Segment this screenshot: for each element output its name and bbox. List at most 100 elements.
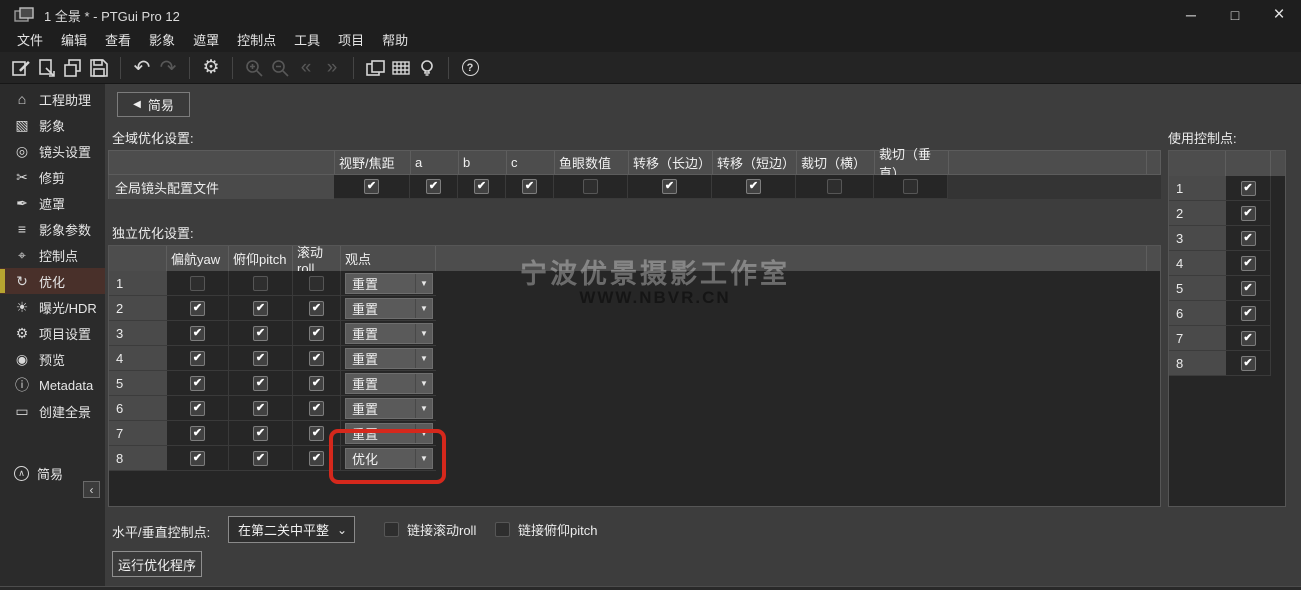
minimize-button[interactable]: ─: [1169, 0, 1213, 30]
sidebar-item-preview[interactable]: ◉ 预览: [0, 346, 105, 372]
viewpoint-dropdown[interactable]: 重置▼: [345, 423, 433, 444]
use-cp-checkbox[interactable]: [1241, 206, 1256, 221]
yaw-checkbox[interactable]: [190, 426, 205, 441]
pitch-checkbox[interactable]: [253, 376, 268, 391]
sidebar-item-create-panorama[interactable]: ▭ 创建全景: [0, 398, 105, 424]
toolbar: ↶ ↷ ⚙ « » ?: [0, 52, 1301, 84]
roll-checkbox[interactable]: [309, 426, 324, 441]
use-cp-checkbox[interactable]: [1241, 331, 1256, 346]
menu-file[interactable]: 文件: [8, 30, 52, 52]
b-checkbox[interactable]: [474, 179, 489, 194]
a-checkbox[interactable]: [426, 179, 441, 194]
sidebar-item-project-settings[interactable]: ⚙ 项目设置: [0, 320, 105, 346]
settings-gear-icon[interactable]: ⚙: [198, 55, 224, 81]
close-button[interactable]: ×: [1257, 0, 1301, 30]
sidebar-item-label: 影象参数: [39, 220, 91, 239]
viewpoint-dropdown[interactable]: 重置▼: [345, 398, 433, 419]
detail-viewer-bulb-icon[interactable]: [414, 55, 440, 81]
sidebar-item-control-points[interactable]: ⌖ 控制点: [0, 242, 105, 268]
yaw-checkbox[interactable]: [190, 376, 205, 391]
roll-checkbox[interactable]: [309, 301, 324, 316]
shear-v-checkbox[interactable]: [903, 179, 918, 194]
use-cp-checkbox[interactable]: [1241, 356, 1256, 371]
menu-view[interactable]: 查看: [96, 30, 140, 52]
open-project-icon[interactable]: [34, 55, 60, 81]
yaw-checkbox[interactable]: [190, 326, 205, 341]
link-pitch-checkbox[interactable]: [495, 522, 510, 537]
toolbar-separator: [353, 57, 354, 79]
sidebar-item-project-assistant[interactable]: ⌂ 工程助理: [0, 86, 105, 112]
sidebar-item-crop[interactable]: ✂ 修剪: [0, 164, 105, 190]
roll-checkbox[interactable]: [309, 401, 324, 416]
sun-icon: ☀: [13, 299, 31, 316]
use-cp-checkbox[interactable]: [1241, 306, 1256, 321]
shift-short-checkbox[interactable]: [746, 179, 761, 194]
viewpoint-dropdown[interactable]: 重置▼: [345, 373, 433, 394]
roll-checkbox[interactable]: [309, 276, 324, 291]
menu-project[interactable]: 项目: [329, 30, 373, 52]
pitch-checkbox[interactable]: [253, 426, 268, 441]
menu-images[interactable]: 影象: [140, 30, 184, 52]
new-project-icon[interactable]: [8, 55, 34, 81]
pitch-checkbox[interactable]: [253, 276, 268, 291]
back-to-simple-button[interactable]: ◀ 简易: [117, 92, 190, 117]
chevron-down-icon: ▼: [415, 374, 432, 393]
sidebar-collapse-button[interactable]: ‹: [83, 481, 100, 498]
col-shift-short: 转移（短边）: [713, 151, 797, 174]
sidebar-item-exposure-hdr[interactable]: ☀ 曝光/HDR: [0, 294, 105, 320]
pitch-checkbox[interactable]: [253, 451, 268, 466]
sidebar-item-mask[interactable]: ✒ 遮罩: [0, 190, 105, 216]
use-cp-checkbox[interactable]: [1241, 231, 1256, 246]
pitch-checkbox[interactable]: [253, 326, 268, 341]
fov-checkbox[interactable]: [364, 179, 379, 194]
pitch-checkbox[interactable]: [253, 351, 268, 366]
table-row: 6 重置▼: [109, 396, 1160, 421]
control-point-table-icon[interactable]: [388, 55, 414, 81]
col-yaw: 偏航yaw: [167, 246, 229, 271]
viewpoint-dropdown[interactable]: 重置▼: [345, 348, 433, 369]
shear-h-checkbox[interactable]: [827, 179, 842, 194]
menu-edit[interactable]: 编辑: [52, 30, 96, 52]
c-checkbox[interactable]: [522, 179, 537, 194]
menu-tools[interactable]: 工具: [285, 30, 329, 52]
roll-checkbox[interactable]: [309, 451, 324, 466]
maximize-button[interactable]: □: [1213, 0, 1257, 30]
yaw-checkbox[interactable]: [190, 301, 205, 316]
viewpoint-dropdown[interactable]: 重置▼: [345, 298, 433, 319]
viewpoint-dropdown[interactable]: 重置▼: [345, 273, 433, 294]
use-cp-checkbox[interactable]: [1241, 256, 1256, 271]
viewpoint-dropdown[interactable]: 重置▼: [345, 323, 433, 344]
use-cp-checkbox[interactable]: [1241, 281, 1256, 296]
individual-optimize-table: 偏航yaw 俯仰pitch 滚动roll 观点 1 重置▼ 2 重置▼ 3: [108, 245, 1161, 507]
pitch-checkbox[interactable]: [253, 401, 268, 416]
menu-help[interactable]: 帮助: [373, 30, 417, 52]
viewpoint-dropdown[interactable]: 优化▼: [345, 448, 433, 469]
help-icon[interactable]: ?: [457, 55, 483, 81]
sidebar-item-image-parameters[interactable]: ≡ 影象参数: [0, 216, 105, 242]
shift-long-checkbox[interactable]: [662, 179, 677, 194]
sidebar-item-lens-settings[interactable]: ◎ 镜头设置: [0, 138, 105, 164]
use-cp-checkbox[interactable]: [1241, 181, 1256, 196]
roll-checkbox[interactable]: [309, 326, 324, 341]
roll-checkbox[interactable]: [309, 376, 324, 391]
run-optimizer-button[interactable]: 运行优化程序: [112, 551, 202, 577]
panorama-editor-icon[interactable]: [362, 55, 388, 81]
hv-control-points-dropdown[interactable]: 在第二关中平整 ⌄: [228, 516, 355, 543]
apply-template-icon[interactable]: [60, 55, 86, 81]
sidebar-item-metadata[interactable]: ⓘ Metadata: [0, 372, 105, 398]
menu-mask[interactable]: 遮罩: [184, 30, 228, 52]
fisheye-checkbox[interactable]: [583, 179, 598, 194]
yaw-checkbox[interactable]: [190, 451, 205, 466]
menu-control-points[interactable]: 控制点: [228, 30, 285, 52]
yaw-checkbox[interactable]: [190, 401, 205, 416]
link-roll-checkbox[interactable]: [384, 522, 399, 537]
undo-icon[interactable]: ↶: [129, 55, 155, 81]
table-row: 1 重置▼: [109, 271, 1160, 296]
yaw-checkbox[interactable]: [190, 351, 205, 366]
yaw-checkbox[interactable]: [190, 276, 205, 291]
pitch-checkbox[interactable]: [253, 301, 268, 316]
roll-checkbox[interactable]: [309, 351, 324, 366]
sidebar-item-images[interactable]: ▧ 影象: [0, 112, 105, 138]
sidebar-item-optimizer[interactable]: ↻ 优化: [0, 268, 105, 294]
save-icon[interactable]: [86, 55, 112, 81]
